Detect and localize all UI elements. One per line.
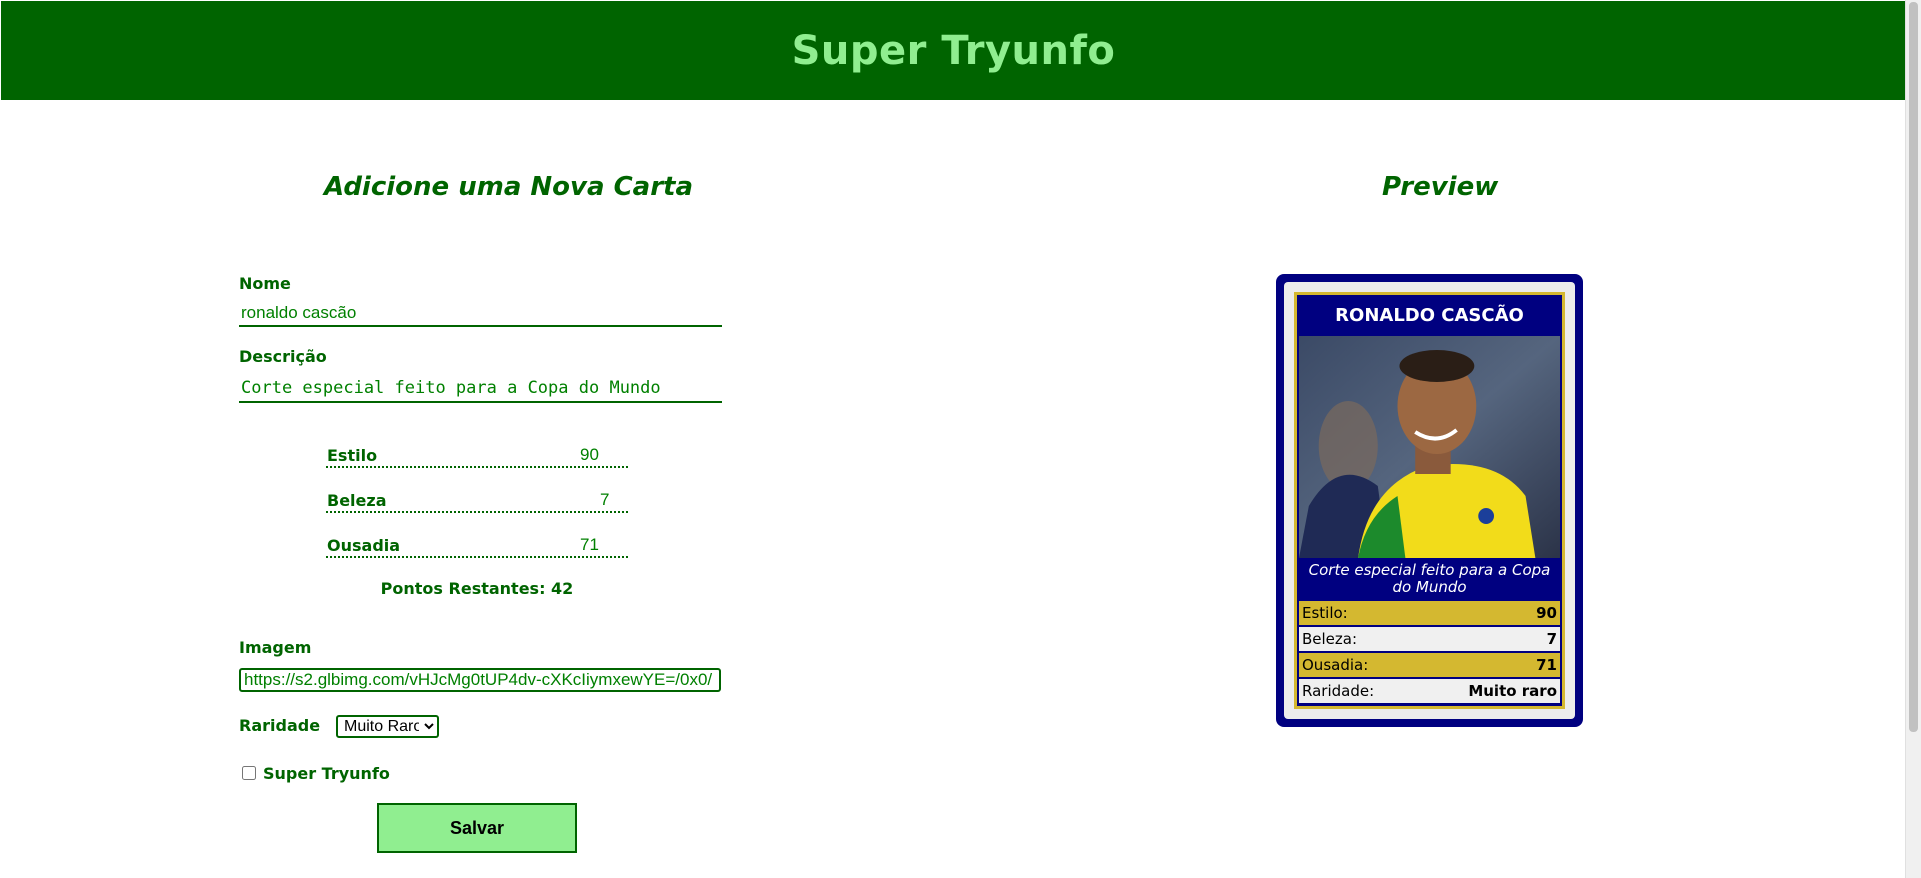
attr-row-ousadia: Ousadia xyxy=(326,526,630,558)
description-label: Descrição xyxy=(239,347,327,366)
card-row-label: Beleza: xyxy=(1302,630,1358,648)
card-attributes: Estilo: 90 Beleza: 7 Ousadia: 71 Raridad… xyxy=(1299,599,1560,703)
attr-input-beleza[interactable] xyxy=(600,490,650,510)
card-row-ousadia: Ousadia: 71 xyxy=(1299,651,1560,677)
card-row-value: 71 xyxy=(1536,656,1557,674)
card-photo-illustration xyxy=(1299,336,1560,558)
super-tryunfo-checkbox[interactable] xyxy=(242,766,256,780)
points-remaining: Pontos Restantes: 42 xyxy=(380,579,574,598)
card-image xyxy=(1299,336,1560,558)
app-title: Super Tryunfo xyxy=(791,27,1116,74)
app-header: Super Tryunfo xyxy=(1,1,1906,100)
card-row-label: Ousadia: xyxy=(1302,656,1369,674)
attr-label-ousadia: Ousadia xyxy=(327,536,401,555)
card-row-raridade: Raridade: Muito raro xyxy=(1299,677,1560,703)
rarity-select[interactable]: Muito Raro xyxy=(336,715,439,738)
super-tryunfo-label: Super Tryunfo xyxy=(263,764,390,783)
card-body: RONALDO CASCÃO Corte especial feito para… xyxy=(1294,292,1565,709)
card-row-value: 90 xyxy=(1536,604,1557,622)
card-row-beleza: Beleza: 7 xyxy=(1299,625,1560,651)
card-description: Corte especial feito para a Copa do Mund… xyxy=(1308,561,1551,596)
card-preview: RONALDO CASCÃO Corte especial feito para… xyxy=(1276,274,1583,727)
attr-input-estilo[interactable] xyxy=(580,445,630,465)
card-row-label: Estilo: xyxy=(1302,604,1348,622)
card-row-estilo: Estilo: 90 xyxy=(1299,599,1560,625)
card-frame: RONALDO CASCÃO Corte especial feito para… xyxy=(1284,282,1575,719)
name-label: Nome xyxy=(239,274,291,293)
card-name: RONALDO CASCÃO xyxy=(1335,305,1524,326)
name-input[interactable] xyxy=(239,300,722,327)
form-title: Adicione uma Nova Carta xyxy=(324,172,694,202)
attr-label-estilo: Estilo xyxy=(327,446,378,465)
attr-input-ousadia[interactable] xyxy=(580,535,630,555)
description-textarea[interactable] xyxy=(239,374,722,403)
card-row-label: Raridade: xyxy=(1302,682,1375,700)
page-scrollbar[interactable] xyxy=(1905,0,1921,878)
attr-row-beleza: Beleza xyxy=(326,481,650,513)
card-row-value: 7 xyxy=(1546,630,1557,648)
card-row-value: Muito raro xyxy=(1468,682,1557,700)
image-input[interactable] xyxy=(239,668,721,692)
save-button[interactable]: Salvar xyxy=(377,803,577,853)
rarity-label: Raridade xyxy=(239,716,321,735)
image-label: Imagem xyxy=(239,638,312,657)
attr-row-estilo: Estilo xyxy=(326,436,630,468)
attr-label-beleza: Beleza xyxy=(327,491,387,510)
scrollbar-thumb[interactable] xyxy=(1909,2,1918,732)
preview-title: Preview xyxy=(1382,172,1499,202)
